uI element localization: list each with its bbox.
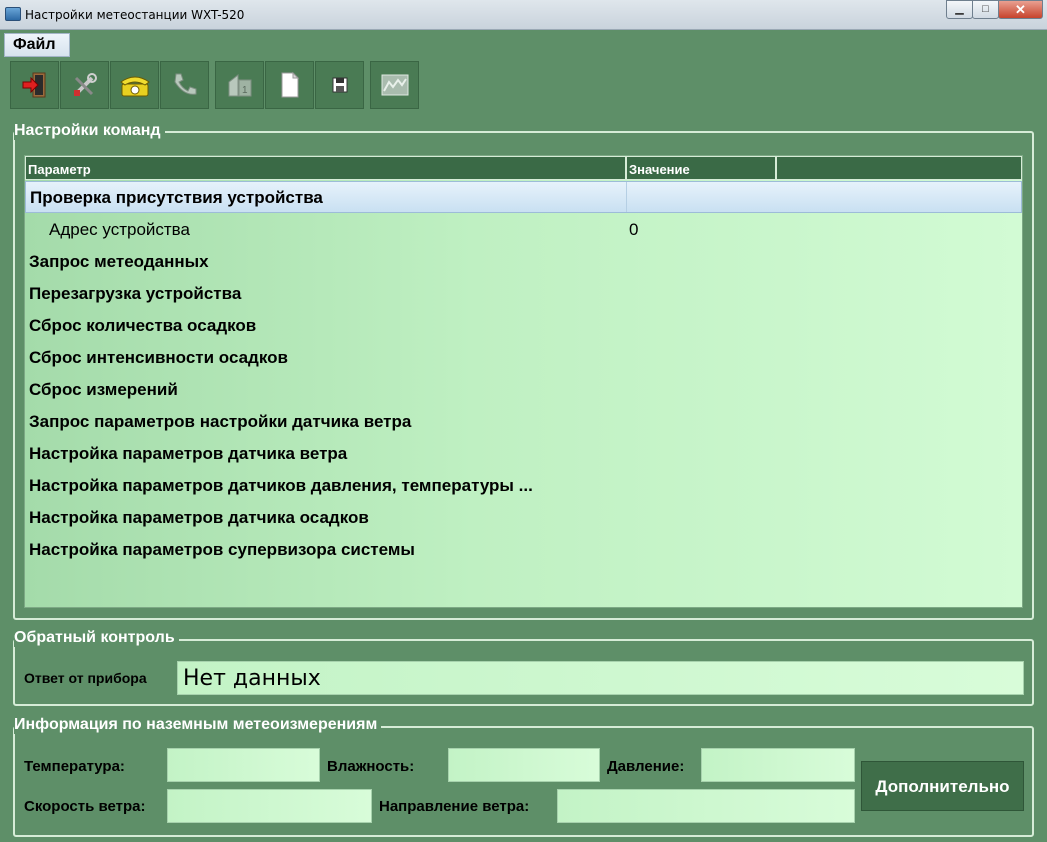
commands-group-title: Настройки команд [14,122,165,140]
chart-button[interactable] [370,61,419,109]
table-row[interactable]: Настройка параметров датчика осадков [25,502,1022,534]
wind-speed-field[interactable] [167,789,372,823]
column-header-extra[interactable] [776,156,1022,180]
response-field[interactable]: Нет данных [177,661,1024,695]
table-row[interactable]: Сброс измерений [25,374,1022,406]
row-label: Настройка параметров датчиков давления, … [29,476,533,495]
menu-file[interactable]: Файл [4,33,70,57]
wind-direction-field[interactable] [557,789,855,823]
pressure-label: Давление: [607,758,685,775]
new-document-button[interactable] [265,61,314,109]
feedback-group-title: Обратный контроль [14,629,179,647]
table-row[interactable]: Запрос параметров настройки датчика ветр… [25,406,1022,438]
table-row[interactable]: Запрос метеоданных [25,246,1022,278]
wind-direction-label: Направление ветра: [379,798,530,815]
tools-icon [73,73,97,96]
row-label: Проверка присутствия устройства [30,188,323,207]
humidity-field[interactable] [448,748,600,782]
pressure-field[interactable] [701,748,855,782]
new-document-icon [281,71,299,98]
phone-icon [119,76,150,97]
table-row[interactable]: Перезагрузка устройства [25,278,1022,310]
table-row[interactable]: Адрес устройства 0 [25,214,1022,246]
grid-header: Параметр Значение [25,156,1022,180]
save-icon [332,77,347,93]
chart-icon [381,74,408,96]
table-row[interactable]: Проверка присутствия устройства [25,181,1022,213]
hangup-button[interactable] [160,61,209,109]
ground-group-title: Информация по наземным метеоизмерениям [14,716,382,734]
table-row[interactable]: Сброс интенсивности осадков [25,342,1022,374]
row-label: Сброс интенсивности осадков [29,348,288,367]
window-title: Настройки метеостанции WXT-520 [25,8,245,22]
row-label: Адрес устройства [49,220,190,239]
title-bar: Настройки метеостанции WXT-520 ▁ □ ✕ [0,0,1047,30]
row-label: Настройка параметров супервизора системы [29,540,415,559]
maximize-button[interactable]: □ [972,0,999,19]
row-value[interactable]: 0 [629,220,638,240]
window-controls: ▁ □ ✕ [946,0,1043,20]
row-label: Настройка параметров датчика ветра [29,444,348,463]
close-button[interactable]: ✕ [998,0,1043,19]
temperature-label: Температура: [24,758,125,775]
call-button[interactable] [110,61,159,109]
exit-icon [22,72,45,98]
column-header-parameter[interactable]: Параметр [25,156,626,180]
table-row[interactable]: Настройка параметров супервизора системы [25,534,1022,566]
row-label: Запрос метеоданных [29,252,209,271]
hangup-icon [173,73,196,95]
exit-button[interactable] [10,61,59,109]
temperature-field[interactable] [167,748,320,782]
row-label: Сброс количества осадков [29,316,257,335]
tools-button[interactable] [60,61,109,109]
row-label: Сброс измерений [29,380,178,399]
commands-grid: Параметр Значение Проверка присутствия у… [24,155,1023,608]
row-label: Перезагрузка устройства [29,284,242,303]
station-button[interactable]: 1 [215,61,264,109]
row-label: Запрос параметров настройки датчика ветр… [29,412,412,431]
table-row[interactable]: Настройка параметров датчиков давления, … [25,470,1022,502]
toolbar: 1 [10,61,420,109]
app-icon [5,7,21,21]
table-row[interactable]: Сброс количества осадков [25,310,1022,342]
save-button[interactable] [315,61,364,109]
row-label: Настройка параметров датчика осадков [29,508,369,527]
wind-speed-label: Скорость ветра: [24,798,146,815]
more-button[interactable]: Дополнительно [861,761,1024,811]
column-header-value[interactable]: Значение [626,156,776,180]
station-icon: 1 [228,73,251,97]
svg-text:1: 1 [242,85,248,96]
table-row[interactable]: Настройка параметров датчика ветра [25,438,1022,470]
minimize-button[interactable]: ▁ [946,0,973,19]
response-label: Ответ от прибора [24,670,147,686]
humidity-label: Влажность: [327,758,415,775]
menu-bar: Файл [0,30,1047,58]
